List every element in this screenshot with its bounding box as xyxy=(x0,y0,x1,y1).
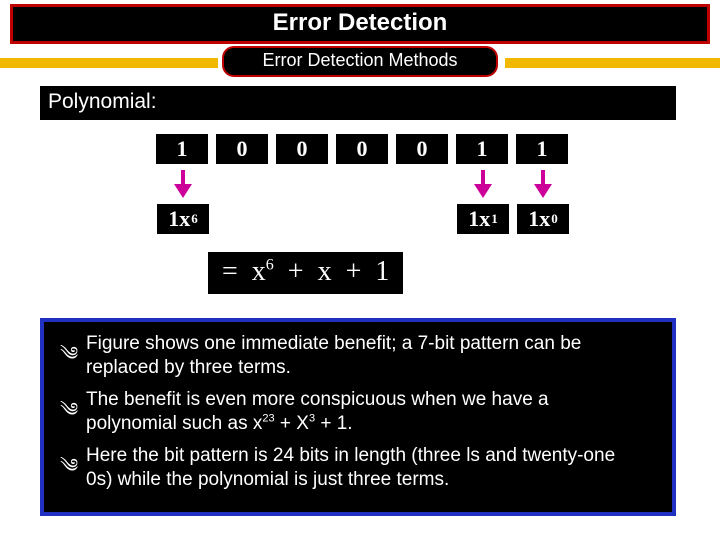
bullet-icon: ༄ xyxy=(60,444,86,498)
body-text: ༄ Figure shows one immediate benefit; a … xyxy=(40,318,676,516)
term-row: 1x6 1x1 1x0 xyxy=(155,202,571,236)
term-var: x xyxy=(479,206,490,232)
bullet-icon: ༄ xyxy=(60,332,86,386)
term-exp: 0 xyxy=(551,211,558,227)
exp-6: 6 xyxy=(266,257,274,274)
x-mid: x xyxy=(318,256,332,287)
bit-cell: 1 xyxy=(154,132,210,166)
term-var: x xyxy=(179,206,190,232)
bullet-text: replaced by three terms. xyxy=(86,357,291,378)
bit-cell: 0 xyxy=(334,132,390,166)
term-coef: 1 xyxy=(168,206,179,232)
bit-cell: 1 xyxy=(454,132,510,166)
list-item: ༄ The benefit is even more conspicuous w… xyxy=(60,388,656,442)
bit-cell: 0 xyxy=(274,132,330,166)
bit-row: 1 0 0 0 0 1 1 xyxy=(154,132,570,166)
arrow-down-icon xyxy=(536,170,550,198)
term-exp: 1 xyxy=(491,211,498,227)
list-item: ༄ Here the bit pattern is 24 bits in len… xyxy=(60,444,656,498)
equals-sign: = xyxy=(222,256,238,287)
arrow-down-icon xyxy=(176,170,190,198)
bit-cell: 0 xyxy=(214,132,270,166)
bit-cell: 1 xyxy=(514,132,570,166)
stripe-left xyxy=(0,58,218,68)
term-coef: 1 xyxy=(468,206,479,232)
list-item: ༄ Figure shows one immediate benefit; a … xyxy=(60,332,656,386)
bullet-text: Here the bit pattern is 24 bits in lengt… xyxy=(86,445,615,466)
arrow-down-icon xyxy=(476,170,490,198)
plus-sign: + xyxy=(346,256,362,287)
term-coef: 1 xyxy=(528,206,539,232)
slide-title: Error Detection xyxy=(10,4,710,44)
term-cell: 1x1 xyxy=(455,202,511,236)
slide-subtitle: Error Detection Methods xyxy=(222,46,498,77)
term-cell: 1x0 xyxy=(515,202,571,236)
term-exp: 6 xyxy=(191,211,198,227)
bullet-icon: ༄ xyxy=(60,388,86,442)
bullet-text: The benefit is even more conspicuous whe… xyxy=(86,389,549,410)
bullet-text: polynomial such as x xyxy=(86,413,262,434)
plus-sign: + xyxy=(288,256,304,287)
stripe-right xyxy=(505,58,720,68)
bullet-text: + 1. xyxy=(315,413,353,434)
equation: = x6 + x + 1 xyxy=(208,252,403,294)
term-cell: 1x6 xyxy=(155,202,211,236)
bullet-text: 0s) while the polynomial is just three t… xyxy=(86,469,449,490)
const-one: 1 xyxy=(375,256,389,287)
section-label: Polynomial: xyxy=(40,86,676,120)
bullet-text: + X xyxy=(275,413,309,434)
x-var: x xyxy=(252,256,266,287)
bullet-text: Figure shows one immediate benefit; a 7-… xyxy=(86,333,581,354)
exp-23: 23 xyxy=(262,412,274,424)
bit-cell: 0 xyxy=(394,132,450,166)
term-var: x xyxy=(539,206,550,232)
